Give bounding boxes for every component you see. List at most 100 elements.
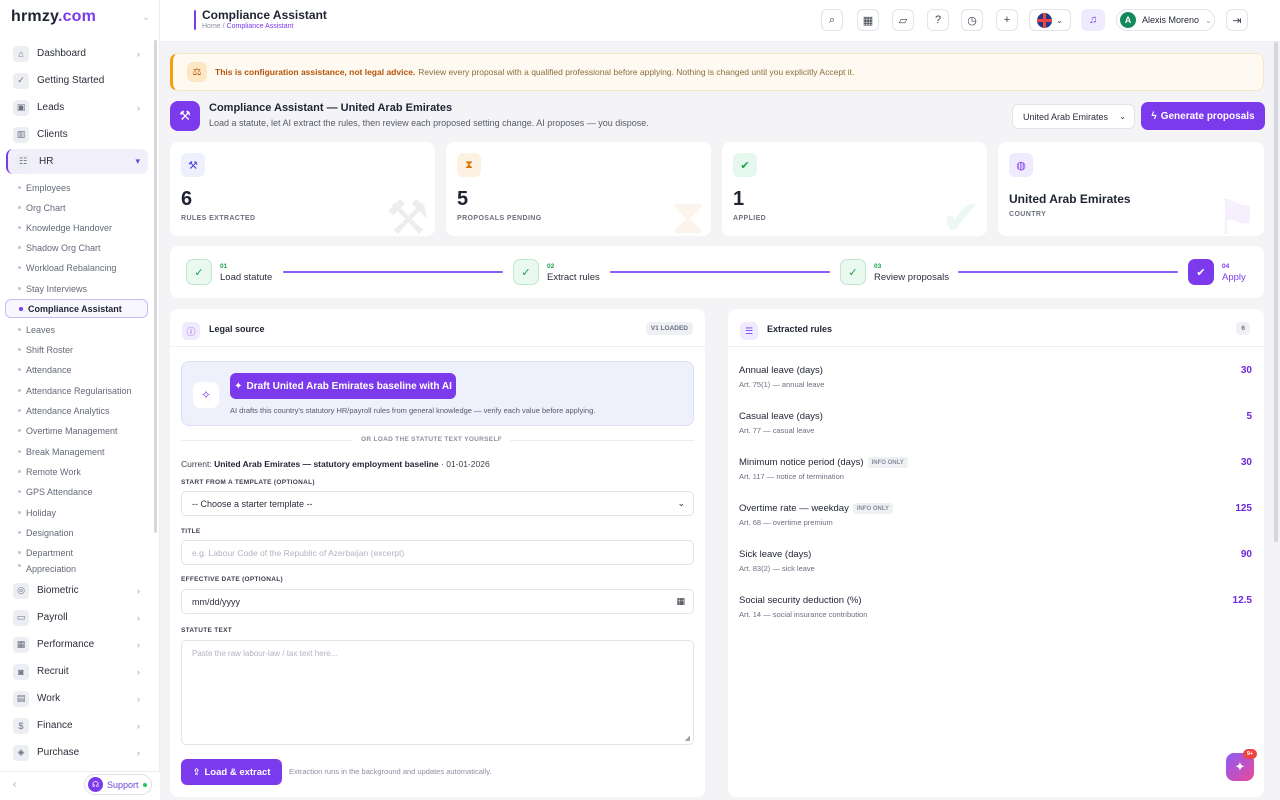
step-label-extract-rules: Extract rules bbox=[547, 272, 600, 283]
rule-row[interactable]: Sick leave (days) Art. 83(2) — sick leav… bbox=[739, 549, 1252, 585]
user-menu[interactable]: A Alexis Moreno ⌄ bbox=[1116, 9, 1215, 31]
logout-icon: ⇥ bbox=[1232, 14, 1242, 27]
sidebar-item-hr[interactable]: ☷ HR ▾ bbox=[6, 149, 148, 174]
chevron-down-icon[interactable]: ⌄ bbox=[142, 12, 150, 23]
calendar-button[interactable]: ▦ bbox=[857, 9, 879, 31]
rule-row[interactable]: Casual leave (days) Art. 77 — casual lea… bbox=[739, 411, 1252, 447]
sidebar-sub-attendance-analytics[interactable]: Attendance Analytics bbox=[18, 401, 148, 420]
upload-icon: ⇪ bbox=[192, 766, 201, 778]
title-input[interactable]: e.g. Labour Code of the Republic of Azer… bbox=[181, 540, 694, 565]
notes-button[interactable]: ▱ bbox=[892, 9, 914, 31]
logout-button[interactable]: ⇥ bbox=[1226, 9, 1248, 31]
resize-handle-icon[interactable]: ◢ bbox=[685, 734, 690, 742]
sidebar-sub-overtime-management[interactable]: Overtime Management bbox=[18, 421, 148, 440]
sidebar-item-clients[interactable]: ▥ Clients bbox=[6, 122, 148, 147]
sidebar-sub-workload-rebalancing[interactable]: Workload Rebalancing bbox=[18, 258, 148, 277]
sidebar-sub-break-management[interactable]: Break Management bbox=[18, 442, 148, 461]
sidebar-sub-department[interactable]: Department bbox=[18, 543, 148, 562]
topbar: Compliance Assistant Home / Compliance A… bbox=[160, 0, 1280, 42]
rule-row[interactable]: Social security deduction (%) Art. 14 — … bbox=[739, 595, 1252, 631]
draft-baseline-button[interactable]: ✦ Draft United Arab Emirates baseline wit… bbox=[230, 373, 456, 399]
collapse-sidebar-icon[interactable]: ‹ bbox=[13, 779, 16, 790]
sidebar-sub-compliance-assistant[interactable]: Compliance Assistant bbox=[5, 299, 148, 318]
hourglass-watermark-icon: ⧗ bbox=[671, 191, 705, 236]
stat-label: COUNTRY bbox=[1009, 211, 1047, 218]
sidebar-sub-designation[interactable]: Designation bbox=[18, 523, 148, 542]
sidebar-sub-knowledge-handover[interactable]: Knowledge Handover bbox=[18, 218, 148, 237]
check-circle-icon: ✓ bbox=[13, 72, 29, 89]
check-watermark-icon: ✔ bbox=[940, 192, 981, 236]
step-label-apply: Apply bbox=[1222, 272, 1246, 283]
sidebar-sub-shift-roster[interactable]: Shift Roster bbox=[18, 340, 148, 359]
chevron-right-icon: › bbox=[137, 720, 140, 731]
avatar: A bbox=[1120, 12, 1136, 28]
stat-value: 6 bbox=[181, 188, 193, 210]
page-scrollbar[interactable] bbox=[1274, 42, 1278, 542]
sidebar-sub-appreciation[interactable]: Appreciation bbox=[18, 564, 148, 574]
step-label-load-statute: Load statute bbox=[220, 272, 273, 283]
stat-card-rules-extracted: ⚒ 6 RULES EXTRACTED ⚒ bbox=[170, 142, 435, 236]
sidebar-sub-stay-interviews[interactable]: Stay Interviews bbox=[18, 279, 148, 298]
country-select[interactable]: United Arab Emirates ⌄ bbox=[1012, 104, 1135, 129]
load-extract-button[interactable]: ⇪ Load & extract bbox=[181, 759, 282, 785]
search-button[interactable]: ⌕ bbox=[821, 9, 843, 31]
version-badge: V1 LOADED bbox=[645, 322, 693, 335]
sidebar-item-work[interactable]: ▤ Work › bbox=[6, 686, 148, 711]
sidebar-item-payroll[interactable]: ▭ Payroll › bbox=[6, 605, 148, 630]
rule-row[interactable]: Minimum notice period (days) INFO ONLY Ar… bbox=[739, 457, 1252, 493]
support-button[interactable]: ☊ Support bbox=[84, 774, 152, 795]
sidebar-sub-leaves[interactable]: Leaves bbox=[18, 320, 148, 339]
sidebar-sub-remote-work[interactable]: Remote Work bbox=[18, 462, 148, 481]
sidebar-sub-shadow-org-chart[interactable]: Shadow Org Chart bbox=[18, 238, 148, 257]
chevron-right-icon: › bbox=[137, 639, 140, 650]
calendar-icon: ▦ bbox=[676, 596, 685, 606]
id-card-icon: ▣ bbox=[13, 99, 29, 116]
check-circle-icon: ✔ bbox=[733, 153, 757, 177]
info-only-badge: INFO ONLY bbox=[852, 503, 893, 514]
language-selector[interactable]: ⌄ bbox=[1029, 9, 1071, 31]
sidebar-item-purchase[interactable]: ◈ Purchase › bbox=[6, 740, 148, 765]
rule-value: 30 bbox=[1240, 365, 1252, 376]
help-button[interactable]: ? bbox=[927, 9, 949, 31]
rule-row[interactable]: Annual leave (days) Art. 75(1) — annual … bbox=[739, 365, 1252, 401]
online-status-dot bbox=[142, 782, 147, 787]
generate-proposals-button[interactable]: ϟ Generate proposals bbox=[1141, 102, 1265, 130]
notifications-button[interactable]: ♫ bbox=[1081, 9, 1105, 31]
sidebar-sub-employees[interactable]: Employees bbox=[18, 178, 148, 197]
sidebar-sub-org-chart[interactable]: Org Chart bbox=[18, 198, 148, 217]
step-number: 03 bbox=[874, 263, 882, 270]
ai-draft-box: ✧ ✦ Draft United Arab Emirates baseline w… bbox=[181, 361, 694, 426]
sidebar-item-getting-started[interactable]: ✓ Getting Started bbox=[6, 68, 148, 93]
sidebar-scrollbar[interactable] bbox=[154, 40, 157, 533]
check-icon: ✓ bbox=[186, 259, 212, 285]
sidebar-item-recruit[interactable]: ◙ Recruit › bbox=[6, 659, 148, 684]
sidebar-item-biometric[interactable]: ◎ Biometric › bbox=[6, 578, 148, 603]
effective-date-input[interactable]: mm/dd/yyyy ▦ bbox=[181, 589, 694, 614]
extracted-rules-panel: ☰ Extracted rules 6 Annual leave (days) … bbox=[728, 309, 1264, 797]
sidebar-item-performance[interactable]: ▦ Performance › bbox=[6, 632, 148, 657]
list-icon: ☰ bbox=[740, 322, 758, 340]
info-only-badge: INFO ONLY bbox=[867, 457, 908, 468]
step-connector bbox=[610, 271, 830, 273]
sidebar-sub-attendance[interactable]: Attendance bbox=[18, 360, 148, 379]
divider bbox=[170, 346, 705, 347]
sidebar-sub-attendance-regularisation[interactable]: Attendance Regularisation bbox=[18, 381, 148, 400]
sidebar-sub-holiday[interactable]: Holiday bbox=[18, 503, 148, 522]
sidebar-item-finance[interactable]: $ Finance › bbox=[6, 713, 148, 738]
template-select[interactable]: -- Choose a starter template -- ⌄ bbox=[181, 491, 694, 516]
chevron-down-icon: ⌄ bbox=[1056, 15, 1063, 25]
sidebar: hrmzy.com ⌄ ⌂ Dashboard › ✓ Getting Started… bbox=[0, 0, 160, 800]
statute-textarea[interactable]: Paste the raw labour-law / tax text here… bbox=[181, 640, 694, 745]
sidebar-item-leads[interactable]: ▣ Leads › bbox=[6, 95, 148, 120]
sidebar-sub-gps-attendance[interactable]: GPS Attendance bbox=[18, 482, 148, 501]
rule-row[interactable]: Overtime rate — weekday INFO ONLY Art. 68… bbox=[739, 503, 1252, 539]
breadcrumb-home[interactable]: Home bbox=[202, 23, 221, 30]
fingerprint-icon: ◎ bbox=[13, 582, 29, 599]
logo[interactable]: hrmzy.com bbox=[11, 8, 96, 26]
info-icon: ⓘ bbox=[182, 322, 200, 340]
stat-card-applied: ✔ 1 APPLIED ✔ bbox=[722, 142, 987, 236]
add-button[interactable]: + bbox=[996, 9, 1018, 31]
sidebar-item-dashboard[interactable]: ⌂ Dashboard › bbox=[6, 41, 148, 66]
timer-button[interactable]: ◷ bbox=[961, 9, 983, 31]
ai-note: AI drafts this country's statutory HR/pa… bbox=[230, 406, 596, 415]
